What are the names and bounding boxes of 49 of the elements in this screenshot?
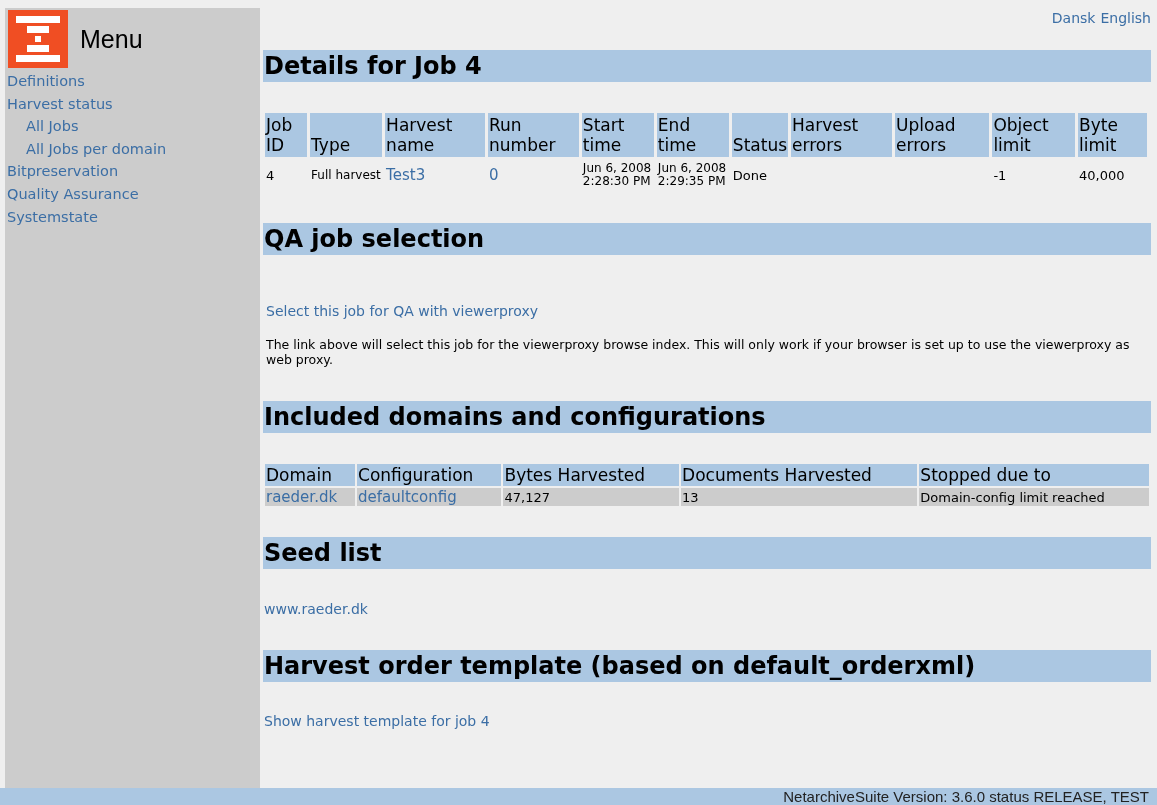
seed-link[interactable]: www.raeder.dk [264,601,368,617]
menu-link[interactable]: Definitions [7,70,85,93]
section-heading: Seed list [263,537,1151,569]
column-header: Status [731,113,789,157]
table-cell: Jun 6, 2008 2:28:30 PM [582,161,652,188]
section-heading: QA job selection [263,223,1151,255]
section-heading: Included domains and configurations [263,401,1151,433]
column-header: Domain [265,464,356,486]
language-link[interactable]: English [1100,10,1151,26]
column-header: Type [310,113,383,157]
version-text: NetarchiveSuite Version: 3.6.0 status RELEASE, TEST [783,788,1149,805]
column-header: Stopped due to [919,464,1149,486]
column-header: Start time [581,113,654,157]
menu-link[interactable]: Systemstate [7,205,98,229]
submenu-link[interactable]: All Jobs per domain [26,137,167,161]
table-cell: Full harvest [311,167,381,182]
menu-link[interactable]: Harvest status [7,92,113,116]
column-header: Harvest errors [791,113,893,157]
table-cell: 47,127 [504,489,550,505]
column-header: Byte limit [1078,113,1147,157]
column-header: Documents Harvested [681,464,918,486]
menu-link[interactable]: Quality Assurance [7,182,139,206]
table-cell: Done [732,167,768,183]
table-cell: 40,000 [1079,167,1125,183]
submenu-link[interactable]: All Jobs [26,115,79,138]
column-header: Object limit [992,113,1076,157]
section-heading: Harvest order template (based on default_orderxml) [263,650,1151,682]
table-cell: Jun 6, 2008 2:29:35 PM [657,161,727,188]
table-cell: Domain-config limit reached [920,489,1105,505]
column-header: End time [656,113,729,157]
table-cell: -1 [993,167,1007,183]
column-header: Configuration [357,464,502,486]
column-header: Upload errors [895,113,990,157]
table-link[interactable]: 0 [489,166,499,184]
column-header: Harvest name [385,113,486,157]
table-cell: 13 [682,489,699,505]
qa-note: The link above will select this job for the viewerproxy browse index. This will only work if your browser is set up to use the viewerproxy as web proxy. [266,337,1131,367]
logo-icon [8,10,68,68]
table-link[interactable]: Test3 [386,166,426,184]
section-heading: Details for Job 4 [263,50,1151,82]
menu-link[interactable]: Bitpreservation [7,160,119,183]
language-link[interactable]: Dansk [1051,10,1096,26]
qa-link[interactable]: Select this job for QA with viewerproxy [266,303,538,319]
column-header: Run number [488,113,579,157]
column-header: Job ID [265,113,308,157]
menu-title: Menu [80,24,143,54]
column-header: Bytes Harvested [503,464,680,486]
table-cell: 4 [266,167,275,183]
template-link[interactable]: Show harvest template for job 4 [264,713,490,729]
